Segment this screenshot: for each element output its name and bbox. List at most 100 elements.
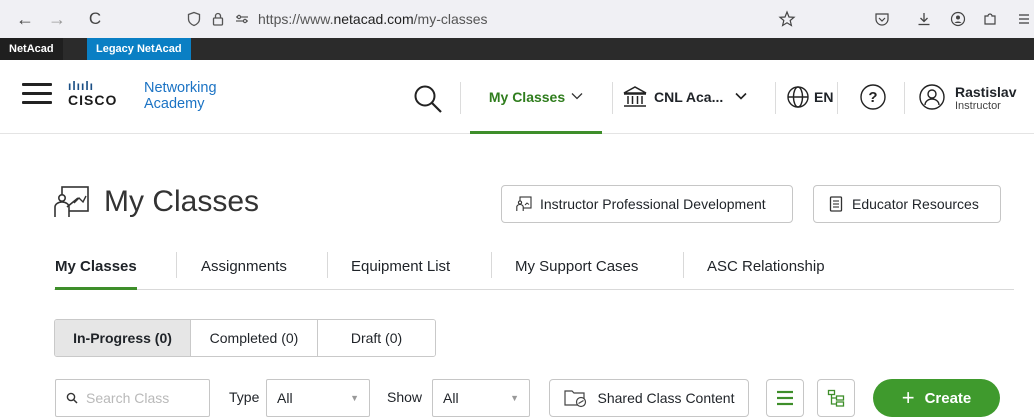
create-label: Create — [924, 389, 972, 407]
type-select-value: All — [277, 390, 293, 406]
logo-line-networking: Networking — [144, 80, 217, 96]
segment-in-progress[interactable]: In-Progress (0) — [55, 320, 191, 356]
show-select[interactable]: All ▼ — [432, 379, 530, 417]
header-divider — [837, 82, 838, 114]
instructor-professional-development-label: Instructor Professional Development — [540, 196, 766, 212]
bookmark-star-icon[interactable] — [777, 9, 797, 29]
url-host: netacad.com — [333, 11, 414, 27]
classroom-icon — [516, 196, 532, 211]
tab-equipment-list-label: Equipment List — [351, 257, 451, 275]
user-role: Instructor — [955, 100, 1001, 112]
logo-bars: ılıılı — [68, 79, 95, 93]
tab-my-classes[interactable]: My Classes — [55, 242, 137, 290]
chevron-down-icon — [571, 91, 583, 103]
instructor-professional-development-button[interactable]: Instructor Professional Development — [501, 185, 793, 223]
tab-my-support-cases[interactable]: My Support Cases — [515, 242, 638, 290]
tab-divider — [327, 252, 328, 278]
segment-draft[interactable]: Draft (0) — [318, 320, 435, 356]
help-glyph: ? — [868, 89, 877, 106]
chevron-down-icon — [735, 91, 747, 103]
tab-divider — [683, 252, 684, 278]
header-nav-academy[interactable]: CNL Aca... — [622, 60, 747, 134]
plus-icon: + — [901, 385, 915, 410]
back-arrow-icon[interactable]: ← — [14, 8, 36, 30]
type-filter-label: Type — [229, 389, 260, 405]
tab-assignments-label: Assignments — [201, 257, 287, 275]
search-class-field[interactable] — [55, 379, 210, 417]
page-title-group: My Classes — [54, 185, 259, 219]
logo-cisco-wordmark: CISCO — [68, 92, 118, 108]
shared-class-content-label: Shared Class Content — [597, 390, 735, 406]
language-label: EN — [814, 89, 834, 105]
address-bar[interactable]: https://www.netacad.com/my-classes — [180, 5, 807, 33]
hamburger-menu-icon[interactable] — [22, 83, 52, 107]
lock-icon — [212, 12, 224, 26]
show-filter-label: Show — [387, 389, 423, 405]
search-class-input[interactable] — [86, 390, 201, 406]
segment-completed[interactable]: Completed (0) — [191, 320, 318, 356]
pocket-icon[interactable] — [872, 9, 892, 29]
header-divider — [904, 82, 905, 114]
search-icon[interactable] — [412, 83, 444, 115]
tab-asc-relationship[interactable]: ASC Relationship — [707, 242, 825, 290]
page-title: My Classes — [104, 185, 260, 218]
tab-divider — [176, 252, 177, 278]
cisco-networking-academy-logo[interactable]: ılıılı CISCO Networking Academy — [68, 79, 217, 112]
document-icon — [829, 196, 843, 212]
class-status-filter: In-Progress (0) Completed (0) Draft (0) — [54, 319, 436, 357]
browser-toolbar: ← → C https://www.netacad.com/my-classes — [0, 0, 1034, 38]
language-selector[interactable]: EN — [786, 60, 833, 134]
reload-icon[interactable]: C — [84, 8, 106, 30]
header-divider — [775, 82, 776, 114]
help-button[interactable]: ? — [859, 60, 887, 134]
app-header: ılıılı CISCO Networking Academy My Class… — [0, 60, 1034, 134]
forward-arrow-icon[interactable]: → — [46, 8, 68, 30]
institution-icon — [623, 86, 647, 107]
help-icon: ? — [860, 84, 886, 110]
type-select[interactable]: All ▼ — [266, 379, 370, 417]
url-prefix: https://www. — [258, 11, 334, 27]
tab-my-classes-label: My Classes — [55, 257, 137, 275]
menu-icon[interactable] — [1014, 9, 1034, 29]
extensions-icon[interactable] — [980, 9, 1000, 29]
strip-tab-legacy-netacad[interactable]: Legacy NetAcad — [87, 38, 191, 60]
site-switcher-bar: NetAcad Legacy NetAcad — [0, 38, 1034, 60]
user-avatar-icon[interactable] — [918, 83, 946, 111]
tree-view-icon — [827, 389, 845, 407]
globe-icon — [787, 86, 809, 108]
tab-divider — [491, 252, 492, 278]
caret-down-icon: ▼ — [350, 393, 359, 403]
list-view-button[interactable] — [766, 379, 804, 417]
show-select-value: All — [443, 390, 459, 406]
filter-row: Type All ▼ Show All ▼ Shared Class Conte… — [0, 379, 1034, 417]
account-icon[interactable] — [948, 9, 968, 29]
active-tab-underline — [55, 287, 137, 290]
caret-down-icon: ▼ — [510, 393, 519, 403]
url-text[interactable]: https://www.netacad.com/my-classes — [258, 11, 488, 27]
header-divider — [460, 82, 461, 114]
shared-class-content-button[interactable]: Shared Class Content — [549, 379, 749, 417]
educator-resources-button[interactable]: Educator Resources — [813, 185, 1001, 223]
tab-asc-relationship-label: ASC Relationship — [707, 257, 825, 275]
header-nav-my-classes-label: My Classes — [488, 89, 566, 105]
tab-equipment-list[interactable]: Equipment List — [351, 242, 450, 290]
logo-text: Networking Academy — [144, 80, 217, 112]
download-icon[interactable] — [914, 9, 934, 29]
tree-view-button[interactable] — [817, 379, 855, 417]
shield-icon — [187, 11, 201, 27]
tab-my-support-cases-label: My Support Cases — [515, 257, 639, 275]
user-name[interactable]: Rastislav — [955, 84, 1016, 100]
create-class-button[interactable]: + Create — [873, 379, 1000, 417]
url-path: /my-classes — [413, 11, 488, 27]
strip-tab-netacad[interactable]: NetAcad — [0, 38, 63, 60]
classroom-icon — [54, 186, 89, 217]
list-view-icon — [777, 390, 793, 406]
page-tabs: My Classes Assignments Equipment List My… — [0, 242, 1034, 290]
header-nav-academy-label: CNL Aca... — [654, 89, 724, 105]
logo-line-academy: Academy — [144, 96, 205, 112]
header-nav-my-classes[interactable]: My Classes — [470, 60, 602, 134]
shared-folder-icon — [563, 390, 586, 408]
tab-assignments[interactable]: Assignments — [201, 242, 287, 290]
permissions-icon[interactable] — [234, 11, 250, 27]
active-nav-underline — [470, 131, 602, 134]
